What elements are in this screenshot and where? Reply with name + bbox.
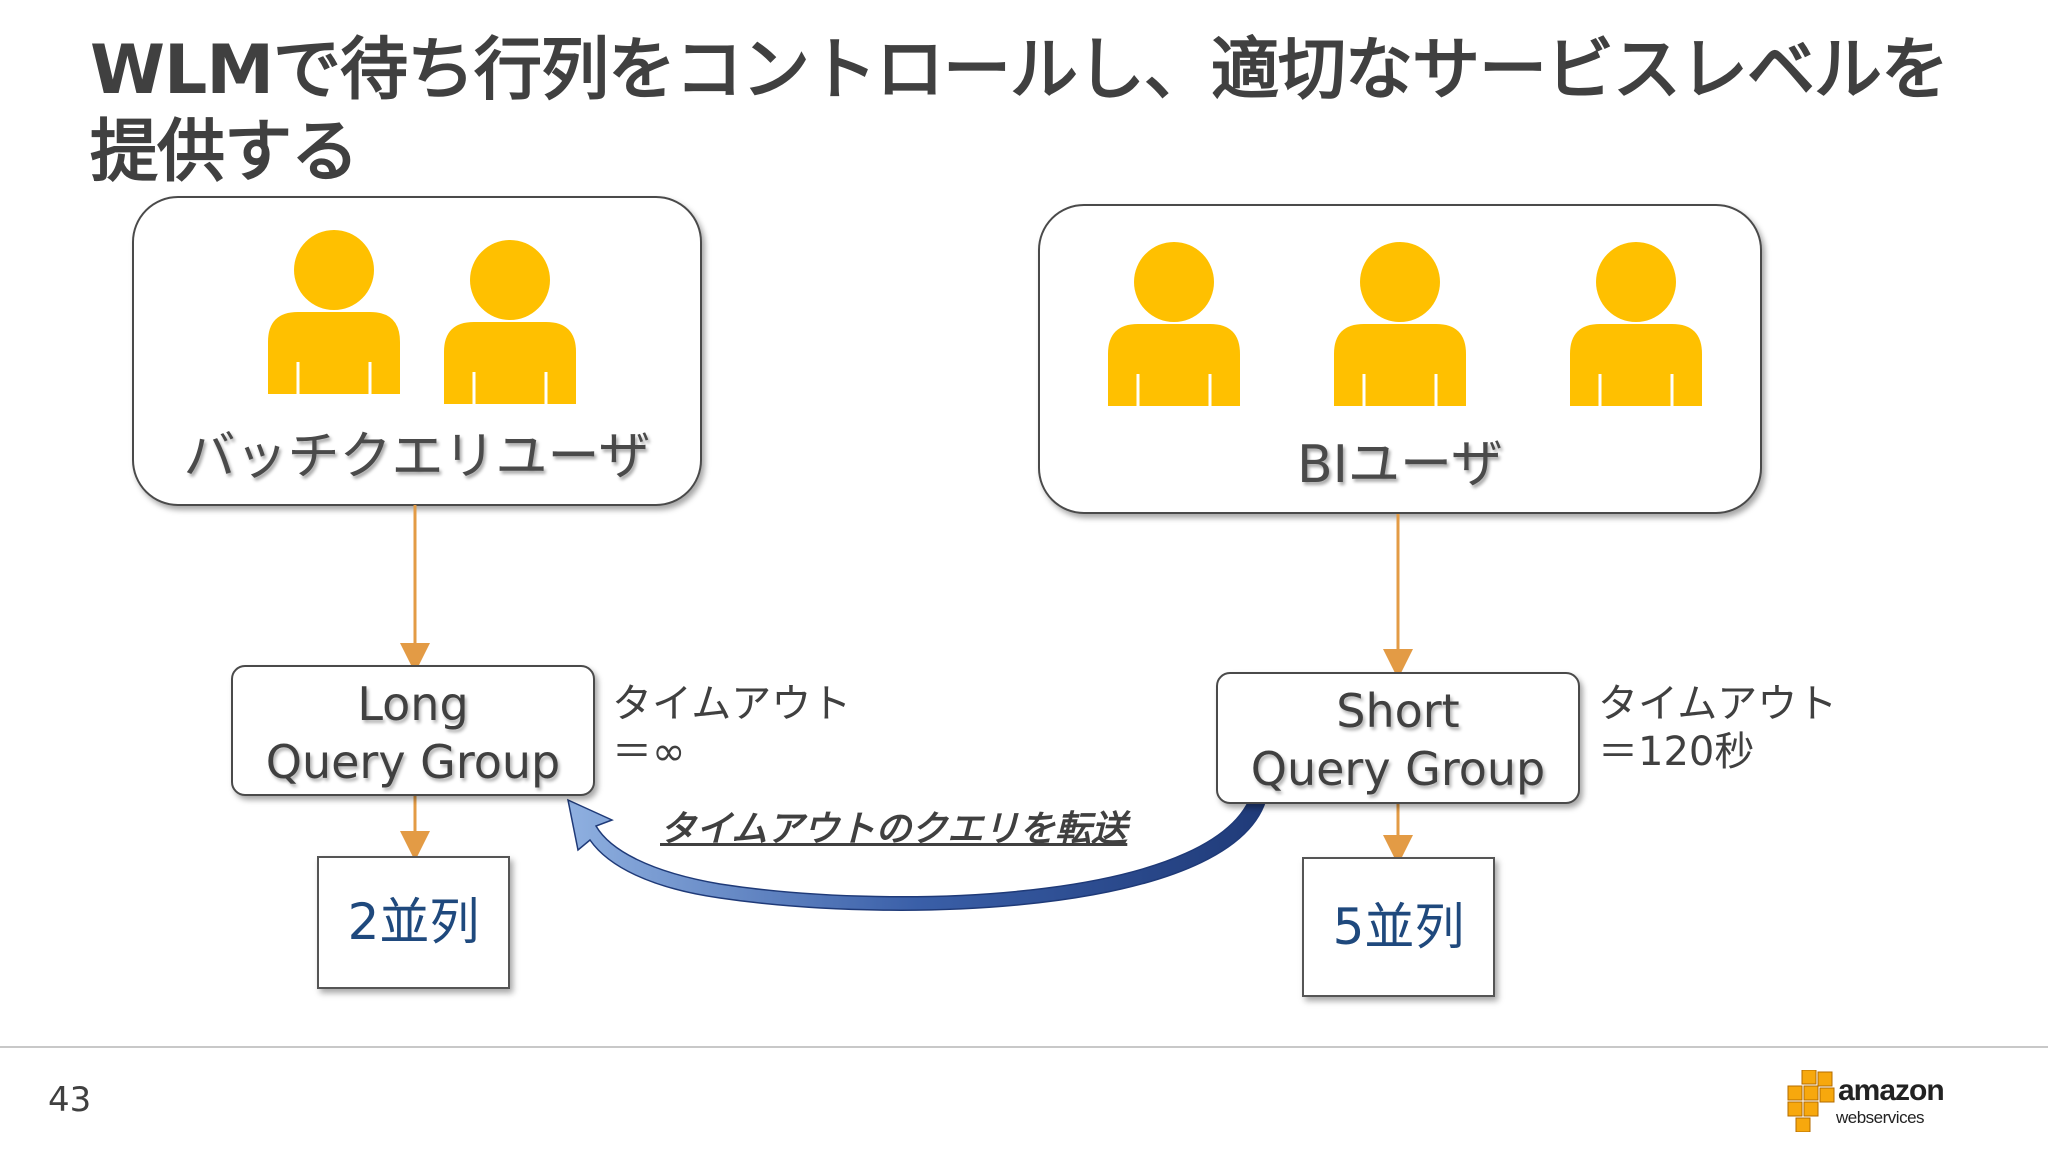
short-concurrency-value: 5並列: [1332, 898, 1465, 956]
short-timeout: タイムアウト ＝120秒: [1598, 680, 1837, 776]
short-concurrency: 5並列: [1302, 857, 1495, 997]
short-timeout-value: ＝120秒: [1598, 729, 1755, 775]
short-timeout-label: タイムアウト: [1598, 681, 1838, 727]
long-timeout-value: ＝∞: [612, 729, 686, 775]
footer-divider: [0, 1046, 2048, 1048]
connector-arrows: [400, 505, 1413, 911]
long-query-group: Long Query Group: [231, 665, 595, 796]
short-query-group-line2: Query Group: [1250, 742, 1546, 796]
aws-cubes-icon: [1787, 1070, 1835, 1132]
aws-logo-word: amazon: [1838, 1074, 1945, 1107]
transfer-label: タイムアウトのクエリを転送: [660, 809, 1128, 850]
long-timeout-label: タイムアウト: [612, 681, 852, 727]
long-concurrency-value: 2並列: [347, 893, 480, 951]
short-query-group-line1: Short: [1336, 684, 1460, 738]
aws-logo-sub: webservices: [1836, 1108, 1925, 1127]
long-query-group-line2: Query Group: [265, 735, 561, 789]
aws-logo: amazon webservices: [1786, 1068, 1956, 1134]
page-number: 43: [48, 1080, 92, 1120]
short-query-group: Short Query Group: [1216, 672, 1580, 804]
long-concurrency: 2並列: [317, 856, 510, 989]
long-query-group-line1: Long: [357, 677, 469, 731]
long-timeout: タイムアウト ＝∞: [612, 680, 851, 776]
